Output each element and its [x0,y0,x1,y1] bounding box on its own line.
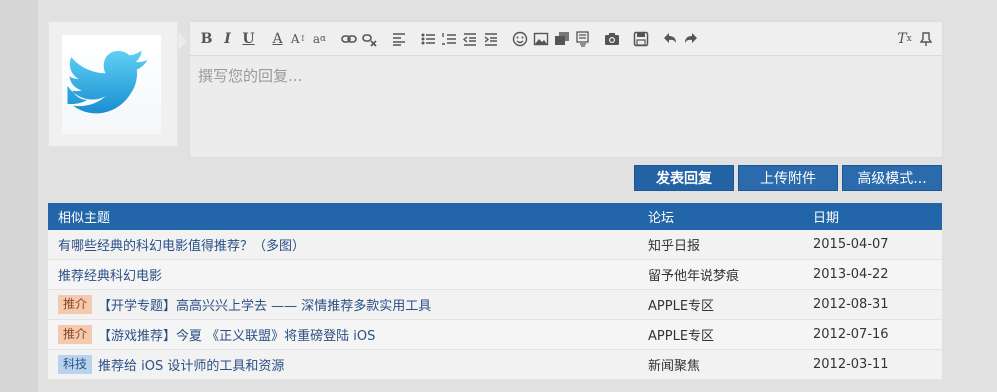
avatar [62,35,161,134]
recommend-badge[interactable]: 推介 [58,295,93,314]
header-date: 日期 [813,211,840,226]
emoji-icon[interactable] [509,28,530,50]
post-reply-button[interactable]: 发表回复 [634,165,734,191]
bulleted-list-icon[interactable] [417,28,438,50]
topic-link[interactable]: 推荐经典科幻电影 [58,265,162,284]
align-icon[interactable] [388,28,409,50]
indent-icon[interactable] [480,28,501,50]
topic-link[interactable]: 【游戏推荐】今夏 《正义联盟》将重磅登陆 iOS [98,325,375,344]
code-icon[interactable] [572,28,593,50]
italic-icon[interactable]: I [217,28,238,50]
image-icon[interactable] [530,28,551,50]
topic-date: 2013-04-22 [813,267,889,282]
redo-icon[interactable] [680,28,701,50]
editor-toolbar: B I U A A ↕ aα T x [190,22,942,56]
table-row: 推介 【游戏推荐】今夏 《正义联盟》将重磅登陆 iOS APPLE专区 2012… [48,320,942,350]
clear-format-icon[interactable]: Tx [894,28,915,50]
upload-attachment-button[interactable]: 上传附件 [738,165,838,191]
reply-textarea[interactable]: 撰写您的回复... [190,56,942,157]
forum-name: APPLE专区 [648,299,715,314]
table-header: 相似主题 论坛 日期 [48,203,942,230]
topic-date: 2015-04-07 [813,237,889,252]
forum-name: APPLE专区 [648,329,715,344]
bold-icon[interactable]: B [196,28,217,50]
avatar-frame [48,21,178,147]
save-icon[interactable] [630,28,651,50]
table-row: 有哪些经典的科幻电影值得推荐？（多图） 知乎日报 2015-04-07 [48,230,942,260]
header-topic: 相似主题 [58,211,111,226]
undo-icon[interactable] [659,28,680,50]
outdent-icon[interactable] [459,28,480,50]
table-row: 推介 【开学专题】高高兴兴上学去 —— 深情推荐多款实用工具 APPLE专区 2… [48,290,942,320]
multi-image-icon[interactable] [551,28,572,50]
forum-name: 留予他年说梦痕 [648,269,740,284]
topic-link[interactable]: 有哪些经典的科幻电影值得推荐？（多图） [58,235,305,254]
topic-date: 2012-03-11 [813,357,889,372]
forum-name: 新闻聚焦 [648,359,701,374]
topic-date: 2012-07-16 [813,327,889,342]
topic-date: 2012-08-31 [813,297,889,312]
header-forum: 论坛 [648,211,675,226]
table-row: 推荐经典科幻电影 留予他年说梦痕 2013-04-22 [48,260,942,290]
camera-icon[interactable] [601,28,622,50]
avatar-pointer [178,32,187,50]
reply-section: B I U A A ↕ aα T x 撰写您的回复... 发表回复 上传附件 高… [38,0,997,392]
pin-icon[interactable] [915,28,936,50]
similar-topics-table: 相似主题 论坛 日期 有哪些经典的科幻电影值得推荐？（多图） 知乎日报 2015… [48,203,942,380]
underline-icon[interactable]: U [238,28,259,50]
twitter-bird-logo [67,50,148,114]
reply-editor: B I U A A ↕ aα T x 撰写您的回复... [189,21,943,158]
topic-link[interactable]: 【开学专题】高高兴兴上学去 —— 深情推荐多款实用工具 [98,295,431,314]
font-color-icon[interactable]: A [267,28,288,50]
advanced-mode-button[interactable]: 高级模式... [842,165,942,191]
table-row: 科技 推荐给 iOS 设计师的工具和资源 新闻聚焦 2012-03-11 [48,350,942,380]
numbered-list-icon[interactable] [438,28,459,50]
font-family-icon[interactable]: aα [309,28,330,50]
font-size-icon[interactable]: A ↕ [288,28,309,50]
forum-name: 知乎日报 [648,239,701,254]
tech-badge[interactable]: 科技 [58,355,93,374]
recommend-badge[interactable]: 推介 [58,325,93,344]
unlink-icon[interactable] [359,28,380,50]
link-icon[interactable] [338,28,359,50]
topic-link[interactable]: 推荐给 iOS 设计师的工具和资源 [98,355,284,374]
